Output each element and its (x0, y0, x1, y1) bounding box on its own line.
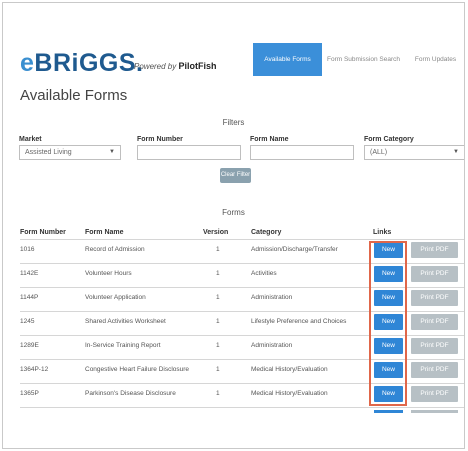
row-divider (20, 407, 464, 408)
category-cell: Administration (251, 294, 293, 301)
category-cell: Admission/Discharge/Transfer (251, 246, 338, 253)
print-pdf-button[interactable]: Print PDF (411, 242, 458, 258)
version-cell: 1 (216, 366, 220, 373)
version-cell: 1 (216, 246, 220, 253)
page-title: Available Forms (20, 87, 128, 104)
nav-form-updates[interactable]: Form Updates (407, 43, 464, 76)
print-pdf-button[interactable] (411, 410, 458, 413)
category-cell: Lifestyle Preference and Choices (251, 318, 347, 325)
form-name-label: Form Name (250, 136, 289, 143)
form-number-label: Form Number (137, 136, 183, 143)
form-number-cell: 1365P (20, 390, 39, 397)
print-pdf-button[interactable]: Print PDF (411, 266, 458, 282)
form-name-cell: Shared Activities Worksheet (85, 318, 166, 325)
form-number-cell: 1016 (20, 246, 35, 253)
print-pdf-button[interactable]: Print PDF (411, 290, 458, 306)
filters-title: Filters (222, 118, 245, 127)
market-select[interactable]: Assisted Living ▼ (19, 145, 121, 160)
category-cell: Medical History/Evaluation (251, 366, 328, 373)
print-pdf-button[interactable]: Print PDF (411, 338, 458, 354)
column-header-form-name: Form Name (85, 229, 124, 236)
form-number-cell: 1364P-12 (20, 366, 49, 373)
form-name-cell: Congestive Heart Failure Disclosure (85, 366, 190, 373)
nav-form-submission-search[interactable]: Form Submission Search (324, 43, 403, 76)
header-divider (20, 239, 464, 240)
ebriggs-logo[interactable]: eBRiGGS. (20, 51, 143, 76)
clear-filter-button[interactable]: Clear Filter (220, 168, 251, 183)
category-cell: Administration (251, 342, 293, 349)
form-name-cell: Record of Admission (85, 246, 145, 253)
nav-available-forms[interactable]: Available Forms (253, 43, 322, 76)
column-header-category: Category (251, 229, 282, 236)
forms-title: Forms (222, 208, 245, 217)
chevron-down-icon: ▼ (453, 149, 459, 155)
version-cell: 1 (216, 390, 220, 397)
market-value: Assisted Living (25, 149, 72, 156)
version-cell: 1 (216, 318, 220, 325)
form-number-cell: 1289E (20, 342, 39, 349)
market-label: Market (19, 136, 42, 143)
column-header-form-number: Form Number (20, 229, 66, 236)
chevron-down-icon: ▼ (109, 149, 115, 155)
powered-by: Powered by PilotFish (134, 61, 217, 71)
version-cell: 1 (216, 342, 220, 349)
print-pdf-button[interactable]: Print PDF (411, 314, 458, 330)
version-cell: 1 (216, 294, 220, 301)
browser-frame: eBRiGGS. Powered by PilotFish Available … (2, 2, 465, 449)
form-category-select[interactable]: (ALL) ▼ (364, 145, 464, 160)
form-name-input[interactable] (250, 145, 354, 160)
form-number-input[interactable] (137, 145, 241, 160)
print-pdf-button[interactable]: Print PDF (411, 386, 458, 402)
version-cell: 1 (216, 270, 220, 277)
print-pdf-button[interactable]: Print PDF (411, 362, 458, 378)
form-name-cell: Volunteer Application (85, 294, 146, 301)
form-name-cell: Volunteer Hours (85, 270, 132, 277)
form-name-cell: In-Service Training Report (85, 342, 161, 349)
new-button[interactable] (374, 410, 403, 413)
form-category-label: Form Category (364, 136, 414, 143)
form-name-cell: Parkinson's Disease Disclosure (85, 390, 176, 397)
form-number-cell: 1142E (20, 270, 39, 277)
form-number-cell: 1245 (20, 318, 35, 325)
new-buttons-highlight (369, 241, 407, 406)
category-cell: Activities (251, 270, 277, 277)
category-cell: Medical History/Evaluation (251, 390, 328, 397)
column-header-links: Links (373, 229, 392, 236)
column-header-version: Version (203, 229, 229, 236)
form-category-value: (ALL) (370, 149, 388, 156)
form-number-cell: 1144P (20, 294, 39, 301)
